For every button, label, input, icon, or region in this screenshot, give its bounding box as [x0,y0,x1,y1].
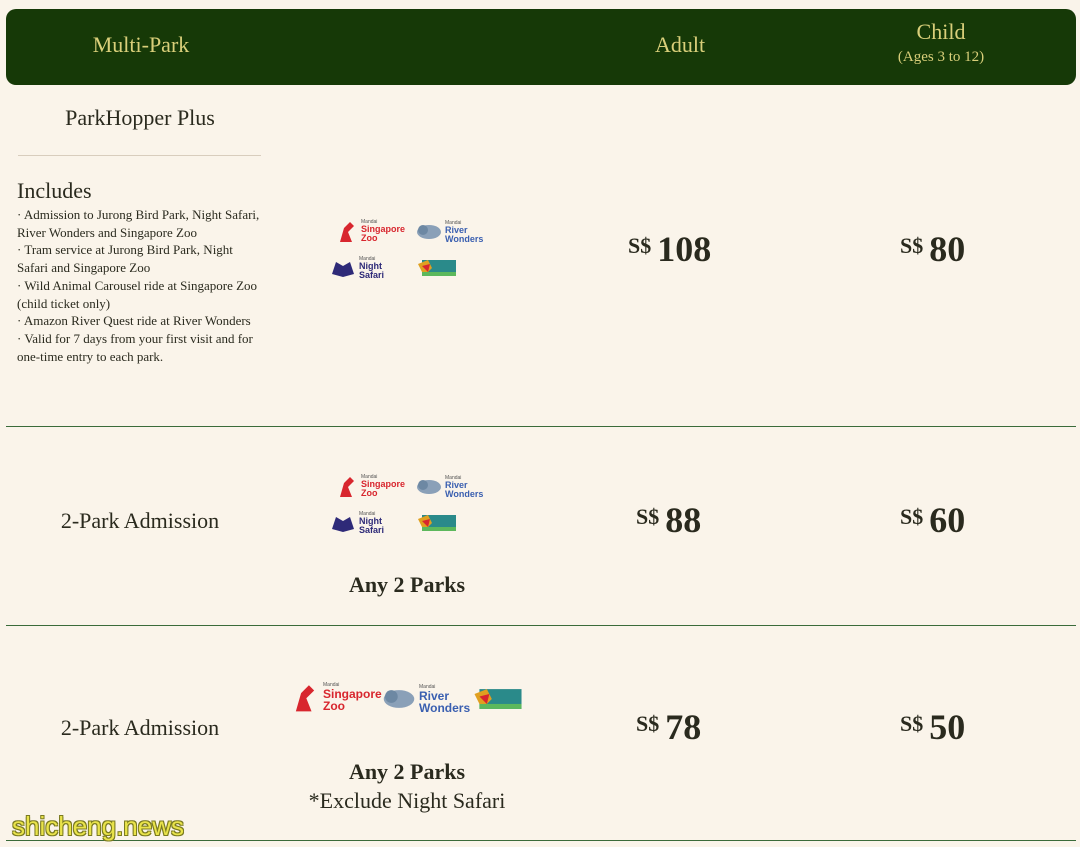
ticket-name: ParkHopper Plus [65,105,215,130]
leopard-icon [332,262,354,277]
any-parks-note: Any 2 Parks [348,759,466,784]
orangutan-icon [340,222,354,242]
list-item: · Wild Animal Carousel ride at Singapore… [17,277,258,311]
manatee-icon [383,690,415,708]
park-logos: Mandai Singapore Zoo Mandai River Wonders [290,680,530,720]
list-item: · Amazon River Quest ride at River Wonde… [17,313,251,329]
parrot-icon [418,260,456,276]
singapore-zoo-logo: Mandai Singapore Zoo [336,473,405,499]
leopard-icon [332,517,354,532]
orangutan-icon [340,477,354,497]
list-item: · Valid for 7 days from your first visit… [17,330,253,364]
col-header-child-age: (Ages 3 to 12) [897,49,985,65]
manatee-icon [417,480,441,494]
singapore-zoo-logo: Mandai Singapore Zoo [290,680,382,714]
park-logos: Mandai Singapore Zoo Mandai River Wonders Ma… [330,218,490,282]
col-header-child: Child (Ages 3 to 12) [866,17,1016,67]
adult-price: S$ 88 [636,500,702,540]
manatee-icon [417,225,441,239]
singapore-zoo-logo: Mandai Singapore Zoo [336,218,405,244]
exclusion-note: *Exclude Night Safari [308,788,506,813]
col-header-child-label: Child [916,19,966,44]
child-price: S$ 80 [900,229,966,269]
any-parks-note: Any 2 Parks [348,572,466,597]
night-safari-logo: Mandai Night Safari [330,256,384,280]
child-price: S$ 50 [900,707,966,747]
river-wonders-logo: Mandai River Wonders [416,475,483,499]
ticket-name: 2-Park Admission [60,715,220,740]
orangutan-icon [295,685,315,712]
adult-price: S$ 108 [628,229,712,269]
bird-park-logo [416,258,458,278]
col-header-adult: Adult [654,32,706,57]
child-price: S$ 60 [900,500,966,540]
row-separator [6,426,1076,427]
bird-park-logo [472,686,524,712]
row-separator [6,625,1076,626]
watermark: shicheng.news [12,811,184,841]
ticket-name: 2-Park Admission [60,508,220,533]
river-wonders-logo: Mandai River Wonders [382,684,470,714]
list-item: · Tram service at Jurong Bird Park, Nigh… [17,242,233,276]
night-safari-logo: Mandai Night Safari [330,511,384,535]
park-logos: Mandai Singapore Zoo Mandai River Wonders Ma… [330,473,490,537]
parrot-icon [418,515,456,531]
river-wonders-logo: Mandai River Wonders [416,220,483,244]
bird-park-logo [416,513,458,533]
parrot-icon [474,689,522,709]
includes-list: · Admission to Jurong Bird Park, Night S… [17,206,267,365]
list-item: · Admission to Jurong Bird Park, Night S… [17,207,260,240]
table-header: Multi-Park Adult Child (Ages 3 to 12) [6,9,1076,85]
divider [18,155,261,156]
includes-heading: Includes [17,178,92,203]
adult-price: S$ 78 [636,707,702,747]
col-header-multi-park: Multi-Park [92,32,190,57]
